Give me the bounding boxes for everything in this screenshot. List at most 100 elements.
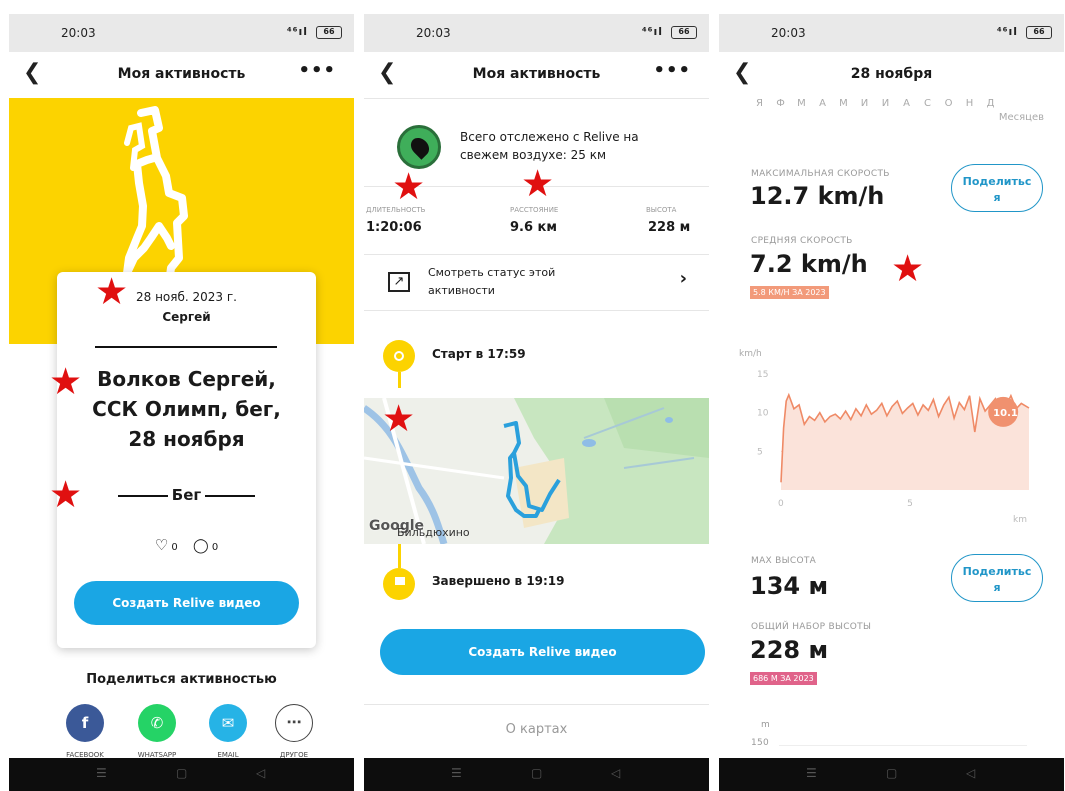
status-bar: 20:03 ⁴⁶ıl 66: [9, 14, 354, 52]
month-item[interactable]: Я: [749, 98, 770, 109]
annotation-star: ★: [95, 270, 129, 313]
share-altitude-button[interactable]: Поделитьс я: [951, 554, 1043, 602]
share-speed-button[interactable]: Поделитьс я: [951, 164, 1043, 212]
divider: [364, 98, 709, 99]
nav-back-icon[interactable]: ◁: [966, 766, 975, 780]
comment-icon[interactable]: ◯: [193, 538, 209, 554]
month-item[interactable]: М: [791, 98, 812, 109]
facebook-button[interactable]: f: [66, 704, 104, 742]
menu-icon[interactable]: ☰: [451, 766, 462, 780]
sport-type: Бег: [57, 486, 316, 504]
battery-icon: 66: [1026, 26, 1052, 39]
share-altitude-line2: я: [993, 581, 1001, 594]
more-options-icon[interactable]: •••: [298, 60, 336, 81]
activity-title-line3: 28 ноября: [128, 427, 245, 451]
max-alt-label: MAX ВЫСОТА: [751, 556, 817, 566]
signal-icon: ⁴⁶ıl: [286, 25, 308, 38]
month-item[interactable]: С: [917, 98, 938, 109]
like-icon[interactable]: ♡: [155, 536, 168, 554]
view-status-row[interactable]: ↗ Смотреть статус этой активности ›: [364, 254, 709, 310]
month-item[interactable]: И: [875, 98, 896, 109]
share-speed-line1: Поделитьс: [962, 175, 1032, 188]
elevation-gain-value: 228 м: [750, 636, 829, 664]
facebook-icon: f: [81, 714, 89, 732]
speed-chart: km/h 5 10 15 0 5 km 10.1: [719, 332, 1064, 525]
month-item[interactable]: И: [854, 98, 875, 109]
month-item[interactable]: А: [896, 98, 917, 109]
divider: [95, 346, 277, 348]
annotation-star: ★: [49, 360, 83, 403]
screen-activity-stats: 20:03 ⁴⁶ıl 66 ❮ 28 ноября ЯФМАМИИАСОНД М…: [719, 14, 1064, 791]
month-item[interactable]: Ф: [770, 98, 791, 109]
x-tick-label: 5: [907, 499, 913, 509]
month-item[interactable]: Н: [959, 98, 980, 109]
more-share-button[interactable]: ⋯: [275, 704, 313, 742]
status-bar: 20:03 ⁴⁶ıl 66: [719, 14, 1064, 52]
location-pin-icon: [407, 134, 433, 160]
home-icon[interactable]: ▢: [531, 766, 542, 780]
share-title: Поделиться активностью: [86, 672, 277, 687]
view-status-label: Смотреть статус этой активности: [428, 264, 555, 300]
months-row: ЯФМАМИИАСОНД: [749, 98, 1001, 109]
flag-shape: [395, 577, 405, 585]
month-item[interactable]: О: [938, 98, 959, 109]
email-button[interactable]: ✉: [209, 704, 247, 742]
nav-back-icon[interactable]: ◁: [256, 766, 265, 780]
header: ❮ Моя активность •••: [364, 52, 709, 98]
screen-activity-card: 20:03 ⁴⁶ıl 66 ❮ Моя активность ••• 28 но…: [9, 14, 354, 791]
more-options-icon[interactable]: •••: [653, 60, 691, 81]
altitude-chart-tick: 150: [751, 738, 770, 748]
highlight-label: 10.1: [993, 408, 1018, 419]
finish-label: Завершено в 19:19: [432, 574, 565, 588]
view-status-line2: активности: [428, 284, 495, 297]
month-item[interactable]: А: [812, 98, 833, 109]
screen-activity-details: 20:03 ⁴⁶ıl 66 ❮ Моя активность ••• Всего…: [364, 14, 709, 791]
whatsapp-icon: ✆: [150, 714, 164, 732]
relive-badge-icon: [397, 125, 441, 169]
divider: [364, 704, 709, 705]
elevation-gain-badge: 686 М ЗА 2023: [750, 672, 817, 685]
menu-icon[interactable]: ☰: [806, 766, 817, 780]
status-time: 20:03: [771, 26, 806, 40]
page-title: 28 ноября: [850, 66, 933, 82]
nav-bar: ☰ ▢ ◁: [719, 758, 1064, 791]
max-speed-value: 12.7 km/h: [750, 182, 885, 210]
month-item[interactable]: М: [833, 98, 854, 109]
home-icon[interactable]: ▢: [176, 766, 187, 780]
menu-icon[interactable]: ☰: [96, 766, 107, 780]
signal-icon: ⁴⁶ıl: [996, 25, 1018, 38]
activity-title-line2: ССК Олимп, бег,: [92, 397, 281, 421]
route-map[interactable]: Google Бильдюхино: [364, 398, 709, 544]
annotation-star: ★: [521, 162, 555, 205]
nav-back-icon[interactable]: ◁: [611, 766, 620, 780]
x-axis-label: km: [1013, 515, 1027, 522]
annotation-star: ★: [891, 247, 925, 290]
duration-value: 1:20:06: [366, 220, 422, 235]
month-item[interactable]: Д: [980, 98, 1001, 109]
header: ❮ Моя активность •••: [9, 52, 354, 98]
annotation-star: ★: [382, 397, 416, 440]
divider: [364, 310, 709, 311]
create-video-button[interactable]: Создать Relive видео: [380, 629, 705, 675]
elevation-gain-label: ОБЩИЙ НАБОР ВЫСОТЫ: [751, 622, 872, 632]
whatsapp-button[interactable]: ✆: [138, 704, 176, 742]
start-pin-dot: [394, 351, 404, 361]
y-tick-label: 15: [757, 370, 768, 380]
start-pin-icon: [383, 340, 415, 372]
create-video-button[interactable]: Создать Relive видео: [74, 581, 299, 625]
elevation-label: ВЫСОТА: [646, 206, 677, 214]
sport-line-left: [117, 494, 168, 497]
nav-bar: ☰ ▢ ◁: [9, 758, 354, 791]
comment-count: 0: [211, 542, 219, 553]
home-icon[interactable]: ▢: [886, 766, 897, 780]
avg-speed-value: 7.2 km/h: [750, 250, 868, 278]
y-axis-label: km/h: [739, 349, 762, 359]
sport-line-right: [205, 494, 256, 497]
distance-value: 9.6 км: [510, 220, 558, 235]
reactions: ♡ 0 ◯ 0: [57, 536, 316, 554]
more-icon: ⋯: [286, 713, 302, 731]
like-count: 0: [171, 542, 178, 553]
about-maps-link[interactable]: О картах: [364, 722, 709, 737]
map-place: Бильдюхино: [397, 526, 470, 539]
view-status-line1: Смотреть статус этой: [428, 266, 556, 279]
